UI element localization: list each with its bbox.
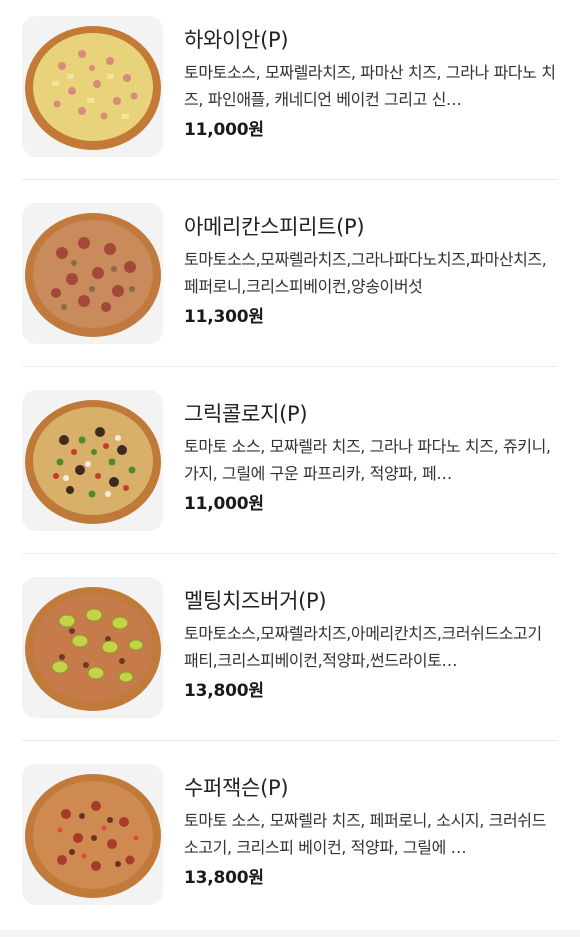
- bottom-separator: [0, 930, 580, 937]
- item-description: 토마토 소스, 모짜렐라 치즈, 그라나 파다노 치즈, 쥬키니, 가지, 그릴…: [184, 437, 551, 483]
- menu-item-super-jackson[interactable]: 수퍼잭슨(P) 토마토 소스, 모짜렐라 치즈, 페퍼로니, 소시지, 크러쉬드…: [22, 748, 558, 935]
- divider: [22, 740, 558, 741]
- divider: [22, 366, 558, 367]
- super-jackson-pizza-image: [22, 764, 163, 905]
- item-price: 13,800원: [184, 868, 264, 888]
- item-description: 토마토소스, 모짜렐라치즈, 파마산 치즈, 그라나 파다노 치즈, 파인애플,…: [184, 63, 556, 109]
- item-name: 하와이안(P): [184, 28, 289, 52]
- item-price: 11,300원: [184, 307, 264, 327]
- divider: [22, 553, 558, 554]
- melting-cheese-burger-pizza-image: [22, 577, 163, 718]
- item-description: 토마토 소스, 모짜렐라 치즈, 페퍼로니, 소시지, 크러쉬드 소고기, 크리…: [184, 811, 546, 857]
- item-name: 그릭콜로지(P): [184, 402, 308, 426]
- item-name: 아메리칸스피리트(P): [184, 215, 365, 239]
- item-description: 토마토소스,모짜렐라치즈,그라나파다노치즈,파마산치즈,페퍼로니,크리스피베이컨…: [184, 250, 547, 296]
- item-name: 멜팅치즈버거(P): [184, 589, 327, 613]
- menu-item-greekology[interactable]: 그릭콜로지(P) 토마토 소스, 모짜렐라 치즈, 그라나 파다노 치즈, 쥬키…: [22, 374, 558, 561]
- menu-item-american-spirit[interactable]: 아메리칸스피리트(P) 토마토소스,모짜렐라치즈,그라나파다노치즈,파마산치즈,…: [22, 187, 558, 374]
- divider: [22, 179, 558, 180]
- item-name: 수퍼잭슨(P): [184, 776, 289, 800]
- item-price: 11,000원: [184, 120, 264, 140]
- menu-item-hawaiian[interactable]: 하와이안(P) 토마토소스, 모짜렐라치즈, 파마산 치즈, 그라나 파다노 치…: [22, 0, 558, 187]
- item-price: 13,800원: [184, 681, 264, 701]
- american-spirit-pizza-image: [22, 203, 163, 344]
- item-price: 11,000원: [184, 494, 264, 514]
- greekology-pizza-image: [22, 390, 163, 531]
- hawaiian-pizza-image: [22, 16, 163, 157]
- item-description: 토마토소스,모짜렐라치즈,아메리칸치즈,크러쉬드소고기패티,크리스피베이컨,적양…: [184, 624, 542, 670]
- menu-item-melting-cheese-burger[interactable]: 멜팅치즈버거(P) 토마토소스,모짜렐라치즈,아메리칸치즈,크러쉬드소고기패티,…: [22, 561, 558, 748]
